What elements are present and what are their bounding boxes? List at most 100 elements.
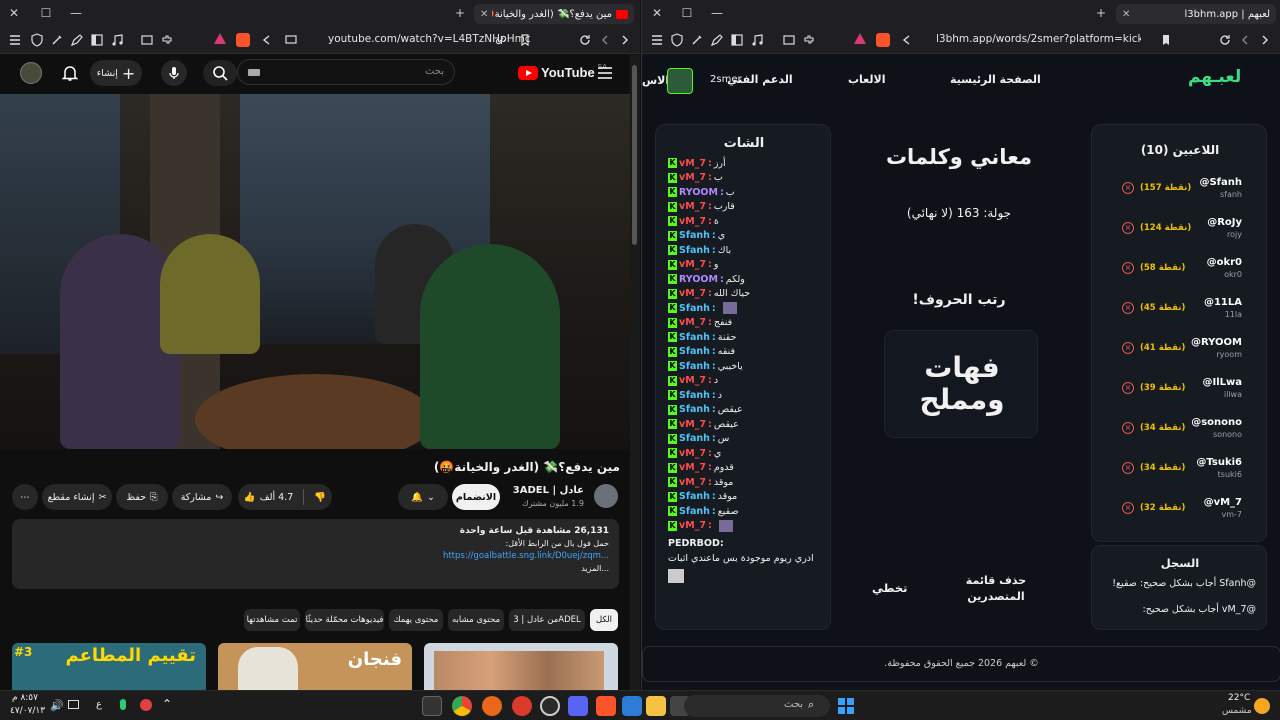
subscribe-bell-button[interactable]: ⌄ 🔔 [398,484,448,510]
chevron-up-icon[interactable]: ⌃ [162,697,172,711]
screenshot-icon[interactable] [782,33,796,47]
discord-icon[interactable] [568,696,588,716]
clock-date[interactable]: ٤٧/٠٧/١٣ [10,706,45,716]
remove-player-icon[interactable]: × [1122,182,1134,194]
display-icon[interactable] [68,700,79,709]
chat-username[interactable]: vM_7 [679,317,706,328]
tab-l3bhm[interactable]: لعبهم | l3bhm.app ✕ [1116,4,1276,24]
windows-start-icon[interactable] [838,698,854,714]
remove-player-icon[interactable]: × [1122,502,1134,514]
close-window-icon[interactable]: ✕ [649,6,665,20]
chat-username[interactable]: RYOOM [679,187,718,198]
weather-temp[interactable]: 22°C [1228,693,1250,703]
skip-button[interactable]: تخطي [872,581,907,595]
mic-icon[interactable] [120,699,126,710]
chat-username[interactable]: vM_7 [679,288,706,299]
thumbnail-restaurant[interactable]: #3 تقييم المطاعم [12,643,206,690]
chat-username[interactable]: vM_7 [679,158,706,169]
chat-username[interactable]: Sfanh [679,506,710,517]
video-player[interactable] [0,94,630,449]
new-tab-icon[interactable]: + [1093,6,1109,20]
link-icon[interactable] [494,33,508,47]
minimize-window-icon[interactable]: — [709,6,725,20]
chip-for-you[interactable]: محتوى يهمك [389,609,443,631]
chat-username[interactable]: RYOOM [679,274,718,285]
nav-forward-icon[interactable] [1258,33,1272,47]
site-logo[interactable]: لعبـهم [1188,67,1241,87]
maximize-window-icon[interactable]: ☐ [679,6,695,20]
app-orange-icon[interactable] [482,696,502,716]
remove-player-icon[interactable]: × [1122,262,1134,274]
remove-player-icon[interactable]: × [1122,382,1134,394]
chat-username[interactable]: vM_7 [679,375,706,386]
chat-username[interactable]: Sfanh [679,433,710,444]
chip-similar[interactable]: محتوى مشابه [448,609,504,631]
nav-back-icon[interactable] [598,33,612,47]
chat-username[interactable]: vM_7 [679,259,706,270]
pen-icon[interactable] [70,33,84,47]
nav-forward-icon[interactable] [618,33,632,47]
reload-icon[interactable] [1218,33,1232,47]
chat-username[interactable]: Sfanh [679,491,710,502]
remove-player-icon[interactable]: × [1122,462,1134,474]
address-bar[interactable]: youtube.com/watch?v=L4BTzNHpHmc [328,33,531,49]
chat-username[interactable]: Sfanh [679,346,710,357]
dislike-icon[interactable]: 👎 [314,492,326,503]
chat-username[interactable]: vM_7 [679,520,706,531]
chip-from-channel[interactable]: من عادل | 3ADEL [509,609,585,631]
volume-icon[interactable]: 🔊 [50,699,64,712]
taskbar-search[interactable]: ⌕ بحث [684,695,830,717]
chat-username[interactable]: vM_7 [679,462,706,473]
back-icon[interactable] [900,33,914,47]
clock-time[interactable]: ٨:٥٧ م [12,693,38,703]
chat-username[interactable]: Sfanh [679,404,710,415]
nav-cut-link[interactable]: الاس [642,74,669,87]
chat-username[interactable]: vM_7 [679,216,706,227]
more-actions-button[interactable]: ⋯ [12,484,38,510]
thumbnail-group[interactable] [424,643,618,690]
hamburger-menu-icon[interactable] [597,66,613,80]
chat-username[interactable]: Sfanh [679,390,710,401]
screen-icon[interactable] [284,33,298,47]
vpn-triangle-icon[interactable] [854,33,866,44]
notifications-bell-icon[interactable] [61,64,79,82]
brush-icon[interactable] [50,33,64,47]
music-icon[interactable] [110,33,124,47]
chat-username[interactable]: vM_7 [679,448,706,459]
voice-search-button[interactable] [161,60,187,86]
weather-desc[interactable]: مشمس [1222,706,1252,716]
search-button[interactable] [203,60,237,86]
like-icon[interactable]: 👍 [244,492,256,503]
obs-icon[interactable] [540,696,560,716]
nav-support[interactable]: الدعم الفني [727,73,793,86]
description-box[interactable]: 26,131 مشاهدة قبل ساعة واحدة حمل فول بال… [12,519,619,589]
chat-username[interactable]: Sfanh [679,361,710,372]
address-bar[interactable]: l3bhm.app/words/2smer?platform=kick [936,33,1141,49]
extensions-icon[interactable] [802,33,816,47]
new-tab-icon[interactable]: + [452,6,468,20]
chat-username[interactable]: Sfanh [679,303,710,314]
remove-player-icon[interactable]: × [1122,342,1134,354]
chat-username[interactable]: Sfanh [679,245,710,256]
account-avatar[interactable] [20,62,42,84]
create-button[interactable]: + إنشاء [90,60,142,86]
page-scrollbar[interactable] [630,55,640,690]
keyboard-icon[interactable] [248,69,260,76]
menu-icon[interactable] [650,33,664,47]
brave-shield-icon[interactable] [236,33,250,47]
menu-icon[interactable] [8,33,22,47]
close-window-icon[interactable]: ✕ [6,6,22,20]
nav-home[interactable]: الصفحة الرئيسية [950,73,1041,86]
epic-games-icon[interactable] [422,696,442,716]
search-input[interactable]: بحث [237,59,455,85]
channel-avatar[interactable] [594,484,618,508]
bookmark-icon[interactable] [1159,33,1173,47]
chip-recent[interactable]: فيديوهات محمّلة حديثًا [305,609,384,631]
extensions-icon[interactable] [160,33,174,47]
windows-widgets-icon[interactable] [622,696,642,716]
join-button[interactable]: الانضمام [452,484,500,510]
chat-username[interactable]: vM_7 [679,477,706,488]
remove-player-icon[interactable]: × [1122,422,1134,434]
bookmark-icon[interactable] [518,33,532,47]
file-explorer-icon[interactable] [646,696,666,716]
